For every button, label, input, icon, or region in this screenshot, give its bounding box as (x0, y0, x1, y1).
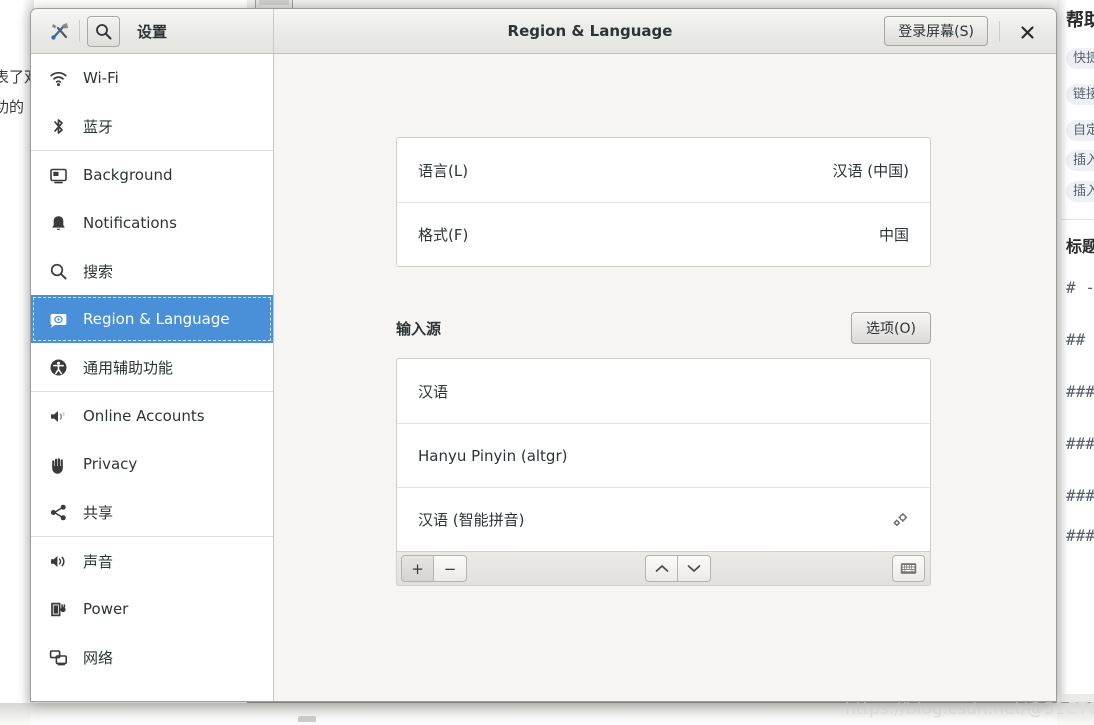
sidebar-item-label: Background (83, 166, 173, 184)
sidebar-item-accessibility[interactable]: 通用辅助功能 (31, 343, 273, 391)
move-group (645, 555, 711, 582)
options-button[interactable]: 选项(O) (851, 312, 931, 344)
sidebar-item-label: 声音 (83, 552, 114, 571)
search-icon[interactable] (87, 15, 120, 47)
titlebar-vertical-separator (999, 21, 1000, 42)
sidebar-item-search[interactable]: 搜索 (31, 247, 273, 295)
wifi-icon (49, 69, 75, 88)
sidebar-item-region-language[interactable]: Region & Language (31, 295, 273, 343)
window-body: Wi-Fi 蓝牙 Background Notifications 搜索 Reg… (31, 54, 1056, 701)
add-remove-group: + − (401, 555, 467, 582)
input-sources-header: 输入源 选项(O) (396, 310, 931, 346)
language-label: 语言(L) (418, 161, 469, 180)
content-area: 语言(L) 汉语 (中国) 格式(F) 中国 输入源 选项(O) 汉语 Hany… (274, 54, 1056, 701)
region-language-panel: 语言(L) 汉语 (中国) 格式(F) 中国 输入源 选项(O) 汉语 Hany… (396, 137, 931, 586)
background-bottom-nub (298, 716, 316, 722)
titlebar-left-section: 设置 (31, 9, 274, 53)
sidebar: Wi-Fi 蓝牙 Background Notifications 搜索 Reg… (31, 54, 274, 701)
privacy-hand-icon (49, 455, 75, 474)
sidebar-item-power[interactable]: Power (31, 585, 273, 633)
format-label: 格式(F) (418, 226, 469, 244)
sound-speaker-icon (49, 552, 75, 571)
svg-text:s: s (62, 410, 65, 417)
chevron-up-icon[interactable] (645, 555, 678, 582)
list-item-label: 汉语 (智能拼音) (418, 511, 525, 529)
list-item[interactable]: 汉语 (397, 359, 930, 423)
titlebar-separator (79, 20, 80, 42)
screen-root: 表了双 功的 帮助 快捷 链接 自定 插入 插入 标题 # - ## ### #… (0, 0, 1094, 725)
power-battery-icon (49, 600, 75, 619)
remove-input-source-button[interactable]: − (434, 555, 467, 582)
bluetooth-icon (49, 117, 75, 136)
window-titlebar: 设置 Region & Language 登录屏幕(S) (31, 9, 1056, 54)
accessibility-icon (49, 358, 75, 377)
background-right-md-5[interactable]: ### (1066, 486, 1094, 505)
login-screen-button[interactable]: 登录屏幕(S) (884, 16, 988, 46)
region-language-icon (49, 310, 75, 329)
input-sources-title: 输入源 (396, 319, 442, 338)
background-right-md-4[interactable]: ### (1066, 434, 1094, 453)
sidebar-item-label: Wi-Fi (83, 69, 119, 87)
sidebar-item-network[interactable]: 网络 (31, 633, 273, 681)
gears-icon[interactable] (891, 511, 909, 529)
sidebar-item-privacy[interactable]: Privacy (31, 440, 273, 488)
background-right-pill-3[interactable]: 自定 (1066, 120, 1094, 141)
list-item[interactable]: Hanyu Pinyin (altgr) (397, 423, 930, 487)
input-sources-toolbar: + − (396, 551, 931, 586)
settings-window: 设置 Region & Language 登录屏幕(S) Wi-Fi 蓝牙 Ba… (30, 8, 1057, 702)
sidebar-item-label: 搜索 (83, 262, 114, 281)
sidebar-item-label: Power (83, 600, 129, 618)
sidebar-item-wifi[interactable]: Wi-Fi (31, 54, 273, 102)
sidebar-item-sharing[interactable]: 共享 (31, 488, 273, 536)
background-right-pill-4[interactable]: 插入 (1066, 150, 1094, 171)
background-right-pill-2[interactable]: 链接 (1066, 84, 1094, 105)
online-accounts-icon: s (49, 407, 75, 426)
keyboard-group (892, 555, 925, 582)
sidebar-item-label: Region & Language (83, 310, 230, 328)
format-value: 中国 (878, 226, 909, 244)
background-top-tab-inner (259, 0, 289, 5)
language-format-card: 语言(L) 汉语 (中国) 格式(F) 中国 (396, 137, 931, 267)
sidebar-item-bluetooth[interactable]: 蓝牙 (31, 102, 273, 150)
background-right-md-1[interactable]: # - (1066, 278, 1094, 297)
sidebar-item-label: Online Accounts (83, 407, 205, 425)
background-right-md-2[interactable]: ## (1066, 330, 1085, 349)
sidebar-item-background[interactable]: Background (31, 151, 273, 199)
sidebar-item-label: Notifications (83, 214, 177, 232)
page-title-left: 设置 (137, 22, 168, 41)
network-icon (49, 648, 75, 667)
titlebar-right-section: Region & Language 登录屏幕(S) (274, 9, 1056, 53)
list-item-label: Hanyu Pinyin (altgr) (418, 446, 568, 465)
chevron-down-icon[interactable] (678, 555, 711, 582)
sidebar-item-label: 通用辅助功能 (83, 358, 174, 377)
notifications-bell-icon (49, 214, 75, 233)
tools-icon[interactable] (43, 16, 76, 46)
background-right-md-6[interactable]: ### (1066, 526, 1094, 545)
background-right-title: 帮助 (1066, 10, 1094, 31)
sidebar-item-label: 共享 (83, 503, 114, 522)
list-item[interactable]: 汉语 (智能拼音) (397, 487, 930, 551)
background-right-subtitle: 标题 (1066, 237, 1094, 256)
sidebar-item-label: Privacy (83, 455, 138, 473)
background-right-pill-5[interactable]: 插入 (1066, 181, 1094, 202)
language-value: 汉语 (中国) (832, 161, 909, 180)
keyboard-icon[interactable] (892, 555, 925, 582)
search-icon (49, 262, 75, 281)
sidebar-item-online-accounts[interactable]: s Online Accounts (31, 392, 273, 440)
sidebar-item-label: 网络 (83, 648, 114, 667)
sidebar-item-label: 蓝牙 (83, 117, 114, 136)
background-icon (49, 166, 75, 185)
list-item-label: 汉语 (418, 382, 449, 401)
background-right-md-3[interactable]: ### (1066, 382, 1094, 401)
close-icon[interactable] (1016, 21, 1038, 43)
language-row[interactable]: 语言(L) 汉语 (中国) (397, 138, 930, 202)
sidebar-item-sound[interactable]: 声音 (31, 537, 273, 585)
sidebar-item-notifications[interactable]: Notifications (31, 199, 273, 247)
background-right-shadow (1057, 0, 1067, 703)
input-sources-list: 汉语 Hanyu Pinyin (altgr) 汉语 (智能拼音) (396, 358, 931, 551)
sharing-icon (49, 503, 75, 522)
background-right-pill-1[interactable]: 快捷 (1066, 48, 1094, 69)
format-row[interactable]: 格式(F) 中国 (397, 202, 930, 266)
add-input-source-button[interactable]: + (401, 555, 434, 582)
